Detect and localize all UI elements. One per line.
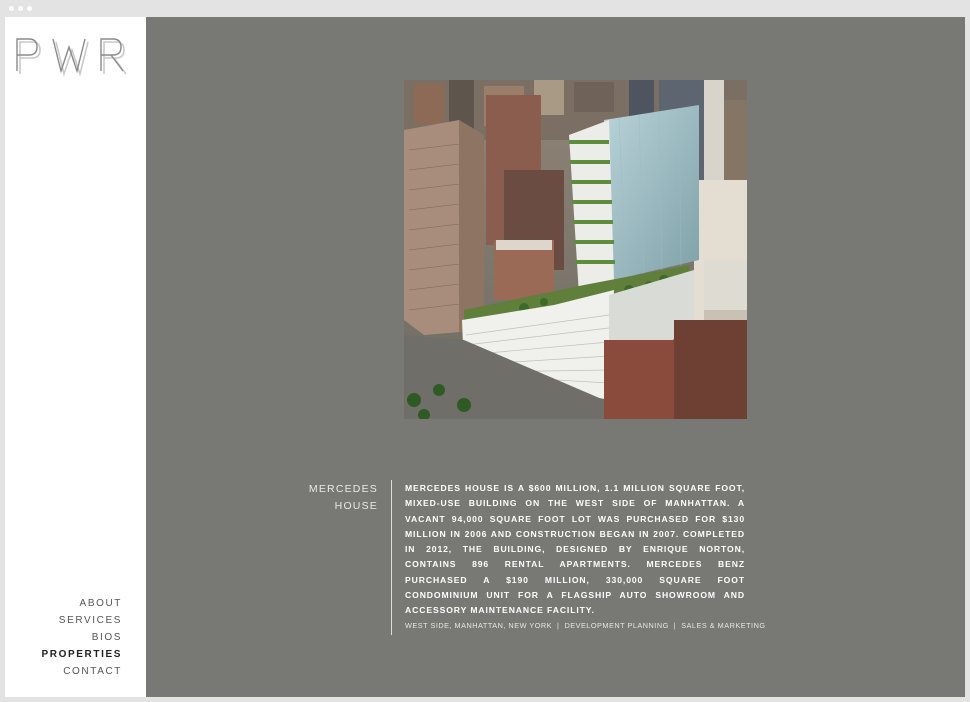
caption-divider [391, 480, 392, 635]
window-dot-icon [27, 6, 32, 11]
tag-service-sales: SALES & MARKETING [681, 621, 766, 630]
nav-item-contact[interactable]: CONTACT [42, 663, 122, 680]
nav-item-about[interactable]: ABOUT [42, 595, 122, 612]
nav-item-properties[interactable]: PROPERTIES [42, 646, 122, 663]
window-dot-icon [9, 6, 14, 11]
property-description: MERCEDES HOUSE IS A $600 MILLION, 1.1 MI… [405, 483, 745, 616]
tag-separator: | [557, 621, 560, 630]
window-chrome [0, 0, 970, 17]
main-content: MERCEDES HOUSE MERCEDES HOUSE IS A $600 … [146, 17, 965, 697]
nav-item-services[interactable]: SERVICES [42, 612, 122, 629]
property-photo [404, 80, 747, 419]
pwr-logo[interactable] [15, 35, 135, 79]
window-dot-icon [18, 6, 23, 11]
property-title-line2: HOUSE [334, 500, 378, 512]
tag-separator: | [673, 621, 677, 630]
sidebar: ABOUT SERVICES BIOS PROPERTIES CONTACT [5, 17, 146, 697]
property-title: MERCEDES HOUSE [306, 481, 378, 515]
tag-location: WEST SIDE, MANHATTAN, NEW YORK [405, 621, 553, 630]
pwr-logo-icon [16, 38, 127, 77]
tag-service-planning: DEVELOPMENT PLANNING [564, 621, 669, 630]
main-nav: ABOUT SERVICES BIOS PROPERTIES CONTACT [42, 595, 122, 680]
property-tags: WEST SIDE, MANHATTAN, NEW YORK | DEVELOPME… [405, 621, 765, 630]
nav-item-bios[interactable]: BIOS [42, 629, 122, 646]
building-image [404, 80, 747, 419]
window-dots [9, 6, 32, 11]
property-title-line1: MERCEDES [308, 483, 378, 495]
